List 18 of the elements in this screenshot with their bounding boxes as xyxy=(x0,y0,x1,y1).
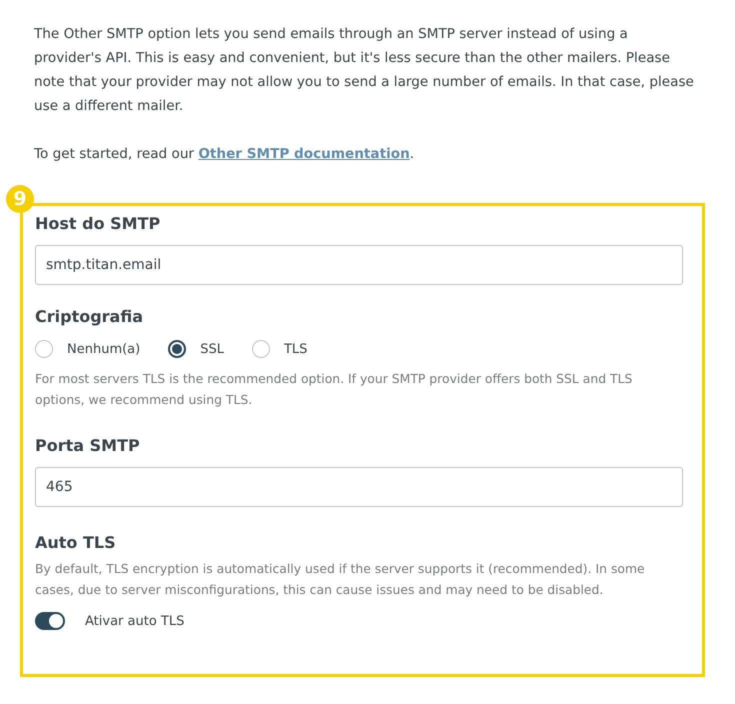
radio-label[interactable]: SSL xyxy=(200,342,224,356)
intro-paragraph: The Other SMTP option lets you send emails through an SMTP server instead of using a provider's API. This is easy and convenient, but it's less secure than the other mailers. Please note that your provider may not allow you to send a large number of emails. In that case, please use a different mailer. xyxy=(34,25,694,116)
radio-label[interactable]: TLS xyxy=(284,342,308,356)
step-badge: 9 xyxy=(6,185,34,213)
field-label: Criptografia xyxy=(35,307,144,326)
radio-button[interactable] xyxy=(168,340,186,358)
field-label: Porta SMTP xyxy=(35,436,141,455)
field-label: Auto TLS xyxy=(35,533,117,552)
help-text: For most servers TLS is the recommended option. If your SMTP provider offers both SSL and TLS options, we recommend using TLS. xyxy=(35,370,634,409)
help-text: By default, TLS encryption is automatically used if the server supports it (recommended). In some cases, due to server misconfigurations, this can cause issues and may need to be disabled. xyxy=(35,560,646,599)
port-input-field[interactable]: 465 xyxy=(35,467,683,507)
field-label: Host do SMTP xyxy=(35,214,162,233)
toggle-label[interactable]: Ativar auto TLS xyxy=(85,614,184,628)
documentation-link[interactable]: Other SMTP documentation xyxy=(198,146,410,162)
toggle-switch[interactable] xyxy=(35,612,65,630)
host-input-field[interactable]: smtp.titan.email xyxy=(35,245,683,285)
getting-started-text: To get started, read our Other SMTP documentation. xyxy=(34,145,416,164)
radio-label[interactable]: Nenhum(a) xyxy=(67,342,140,356)
